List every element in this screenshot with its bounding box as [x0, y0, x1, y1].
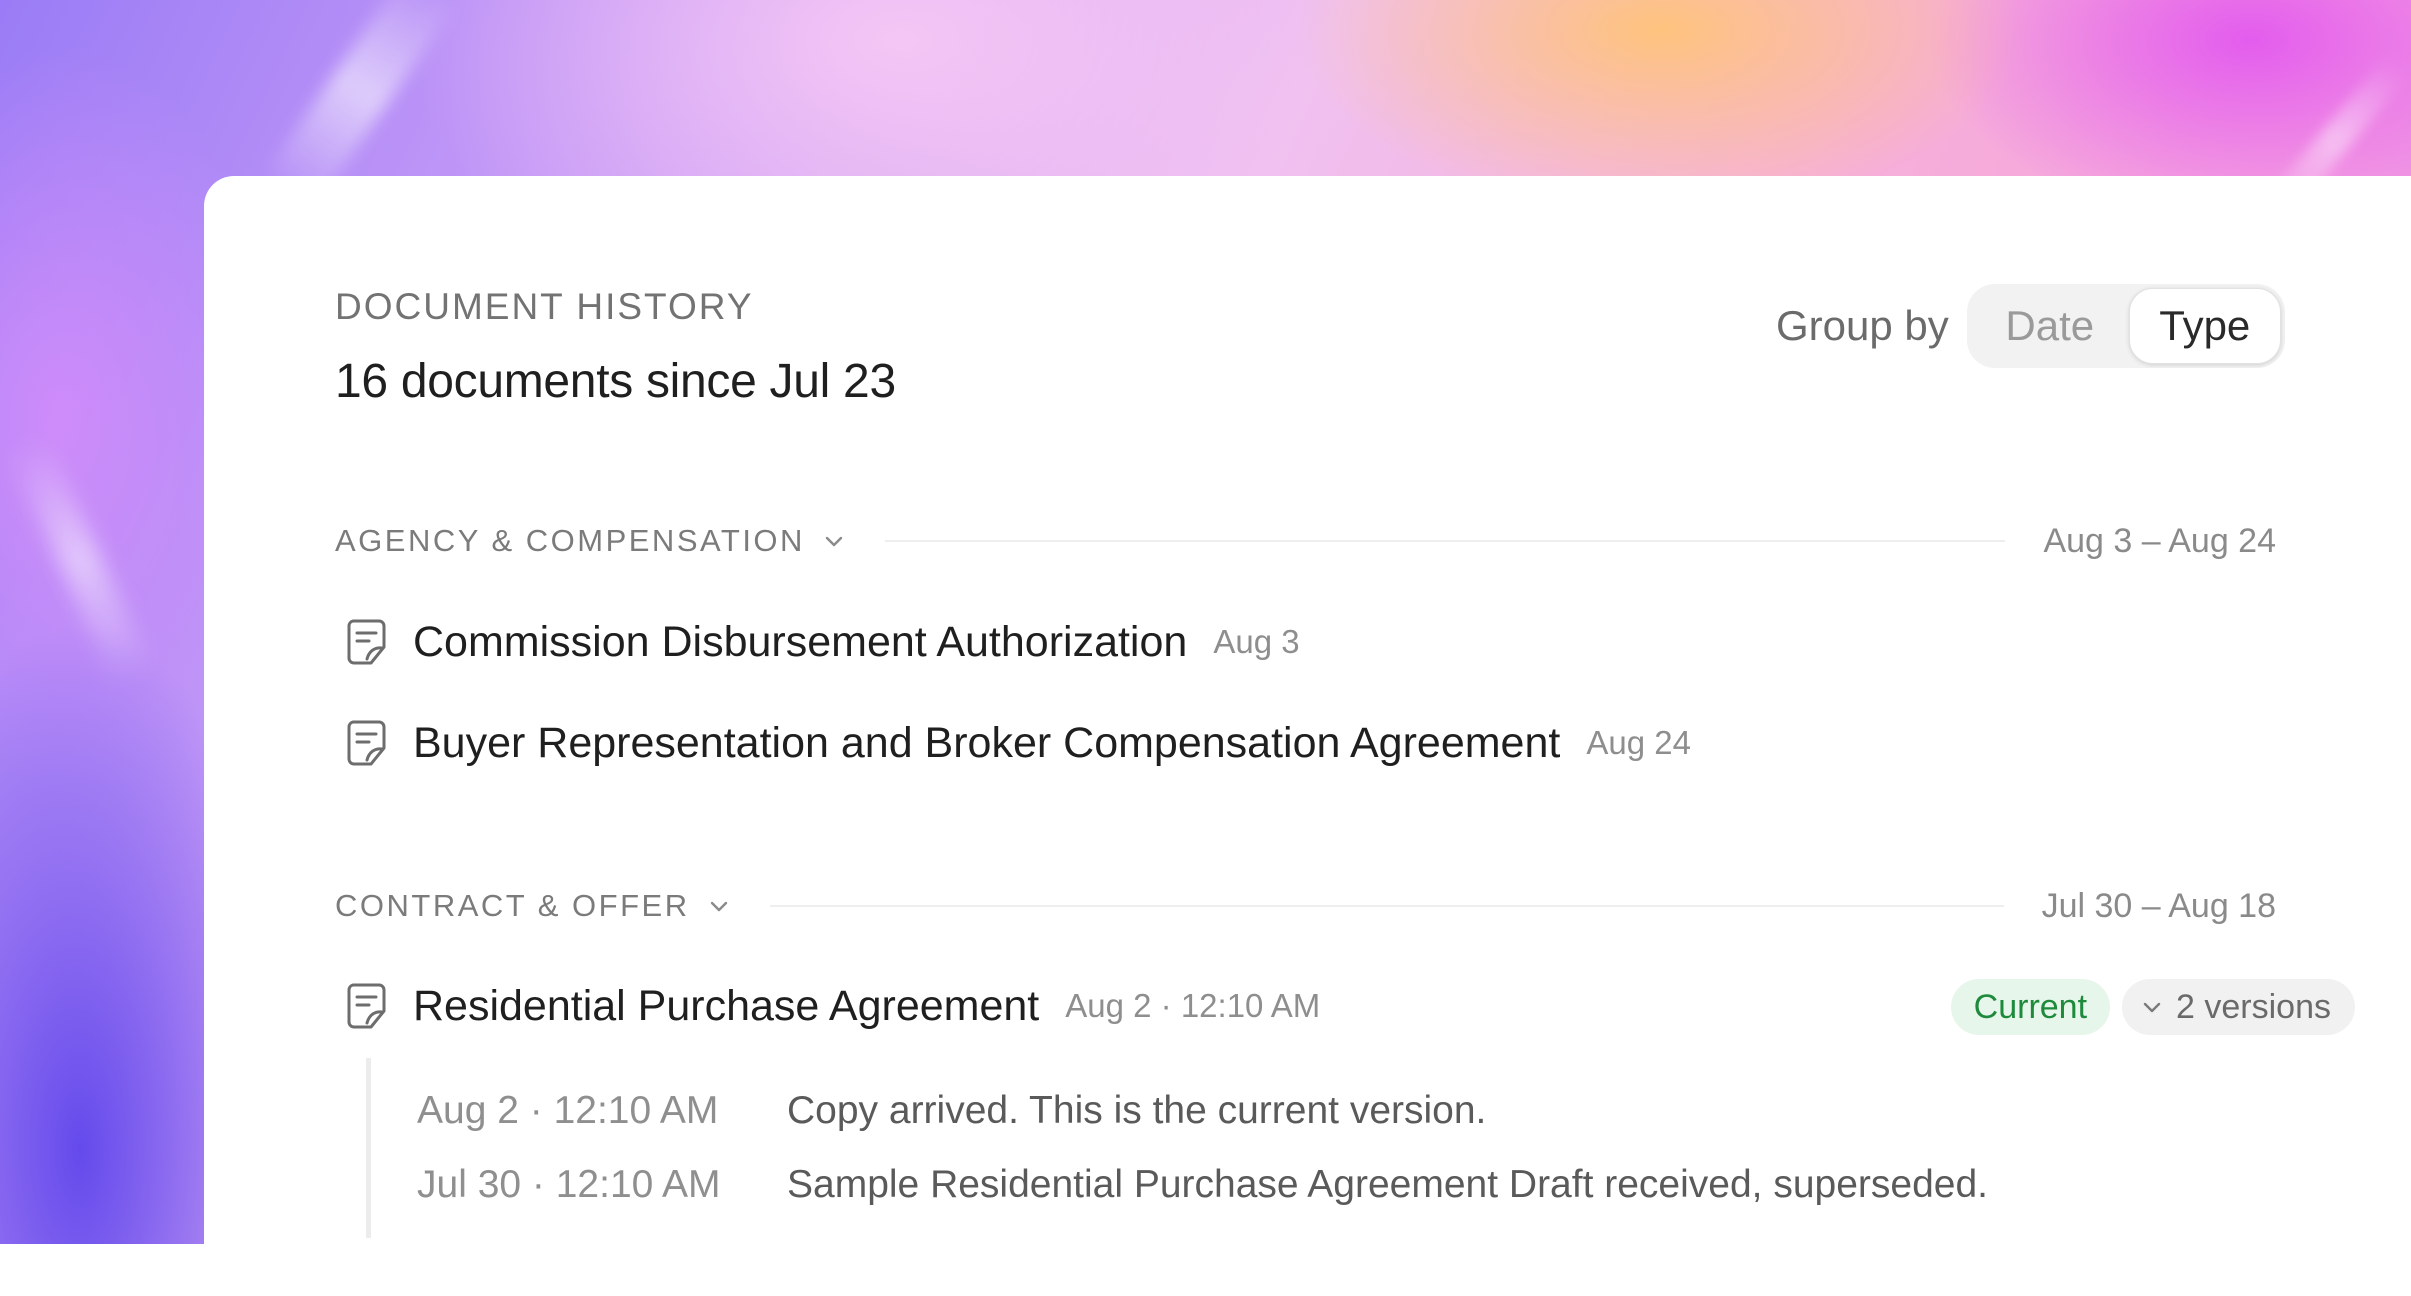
group-by-control: Group by Date Type [1776, 284, 2285, 368]
page-title: 16 documents since Jul 23 [335, 355, 896, 408]
status-badge: Current [1950, 979, 2111, 1035]
document-date: Aug 24 [1586, 724, 1691, 761]
version-row: Aug 2 · 12:10 AM Copy arrived. This is t… [417, 1086, 1486, 1136]
section-header-contract-offer[interactable]: CONTRACT & OFFER Jul 30 – Aug 18 [335, 886, 2276, 926]
document-row[interactable]: Residential Purchase Agreement Aug 2 · 1… [335, 976, 1320, 1036]
document-history-card: DOCUMENT HISTORY 16 documents since Jul … [204, 176, 2411, 1296]
divider [769, 905, 2004, 907]
document-date: Aug 3 [1213, 623, 1300, 660]
chevron-down-icon [2140, 995, 2164, 1019]
version-time: Jul 30 · 12:10 AM [417, 1163, 721, 1206]
document-signed-icon [345, 718, 389, 768]
divider [884, 540, 2006, 542]
group-by-label: Group by [1776, 302, 1949, 349]
document-row[interactable]: Buyer Representation and Broker Compensa… [335, 713, 1691, 773]
chevron-down-icon [708, 895, 730, 917]
document-badges: Current 2 versions [1950, 979, 2355, 1035]
group-by-type-option[interactable]: Type [2128, 288, 2281, 364]
version-history-list: Aug 2 · 12:10 AM Copy arrived. This is t… [366, 1058, 2071, 1238]
version-description: Sample Residential Purchase Agreement Dr… [787, 1163, 1988, 1206]
section-title: CONTRACT & OFFER [335, 888, 690, 923]
section-date-range: Jul 30 – Aug 18 [2041, 886, 2276, 925]
document-title: Residential Purchase Agreement [413, 981, 1040, 1030]
group-by-date-option[interactable]: Date [1971, 288, 2129, 364]
version-description: Copy arrived. This is the current versio… [787, 1089, 1487, 1132]
document-title: Commission Disbursement Authorization [413, 617, 1188, 666]
section-date-range: Aug 3 – Aug 24 [2043, 521, 2276, 560]
version-time: Aug 2 · 12:10 AM [417, 1089, 719, 1132]
chevron-down-icon [823, 530, 845, 552]
section-eyebrow: DOCUMENT HISTORY [335, 286, 754, 327]
document-signed-icon [345, 617, 389, 667]
document-row[interactable]: Commission Disbursement Authorization Au… [335, 612, 1300, 672]
section-title: AGENCY & COMPENSATION [335, 523, 805, 558]
section-header-agency-compensation[interactable]: AGENCY & COMPENSATION Aug 3 – Aug 24 [335, 521, 2276, 561]
document-signed-icon [345, 981, 389, 1031]
versions-label: 2 versions [2176, 987, 2331, 1026]
versions-toggle-button[interactable]: 2 versions [2122, 979, 2355, 1035]
group-by-segmented-control: Date Type [1966, 284, 2285, 368]
document-date: Aug 2 · 12:10 AM [1065, 987, 1321, 1024]
version-row: Jul 30 · 12:10 AM Sample Residential Pur… [417, 1160, 1988, 1210]
document-title: Buyer Representation and Broker Compensa… [413, 718, 1561, 767]
